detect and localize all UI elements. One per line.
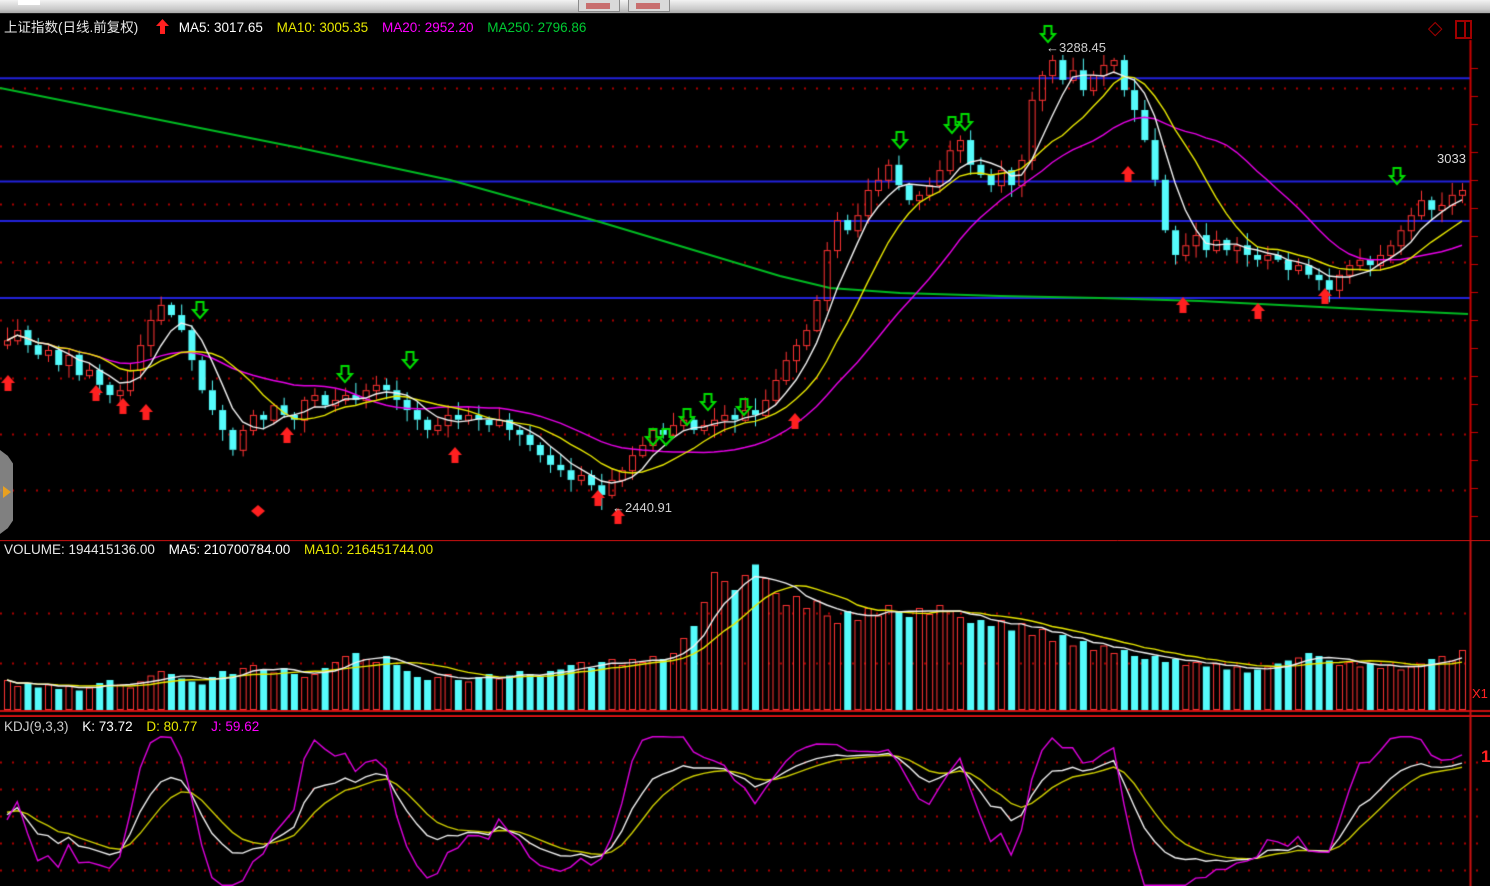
volume-chart-canvas[interactable] — [0, 540, 1490, 717]
menu-button[interactable] — [628, 0, 670, 12]
volume-scale-toggle[interactable]: X1 — [1472, 686, 1488, 701]
peak-price-annotation: ←3288.45 — [1046, 40, 1106, 55]
split-window-icon[interactable] — [1455, 20, 1472, 39]
ma250-value: MA250: 2796.86 — [487, 20, 586, 35]
d-value: D: 80.77 — [146, 719, 197, 734]
menu-bar-chip — [18, 0, 40, 5]
menu-bar[interactable] — [0, 0, 1490, 14]
main-chart-canvas[interactable] — [0, 13, 1490, 540]
volume-pane-header: VOLUME: 194415136.00 MA5: 210700784.00 M… — [4, 542, 443, 557]
symbol-title: 上证指数(日线.前复权) — [4, 20, 138, 35]
k-value: K: 73.72 — [82, 719, 132, 734]
diamond-icon[interactable]: ◇ — [1428, 20, 1443, 38]
kdj-title: KDJ(9,3,3) — [4, 719, 69, 734]
pane-controls: ◇ — [1428, 20, 1472, 40]
up-arrow-icon — [156, 19, 169, 34]
sidebar-handle[interactable] — [0, 450, 13, 534]
ma5-value: MA5: 3017.65 — [179, 20, 263, 35]
j-value: J: 59.62 — [211, 719, 259, 734]
menu-button[interactable] — [578, 0, 620, 12]
kdj-chart-canvas[interactable] — [0, 717, 1490, 886]
volume-ma5-value: MA5: 210700784.00 — [169, 542, 291, 557]
ma10-value: MA10: 3005.35 — [277, 20, 369, 35]
volume-ma10-value: MA10: 216451744.00 — [304, 542, 433, 557]
ma20-value: MA20: 2952.20 — [382, 20, 474, 35]
kdj-scale-label: 1 — [1481, 747, 1490, 767]
main-pane-header: 上证指数(日线.前复权) MA5: 3017.65 MA10: 3005.35 … — [4, 16, 596, 36]
volume-value: VOLUME: 194415136.00 — [4, 542, 155, 557]
trough-price-annotation: ←2440.91 — [612, 500, 672, 515]
expand-arrow-icon — [3, 486, 11, 498]
last-price-label: 3033 — [1437, 151, 1470, 166]
kdj-pane-header: KDJ(9,3,3) K: 73.72 D: 80.77 J: 59.62 — [4, 719, 269, 734]
